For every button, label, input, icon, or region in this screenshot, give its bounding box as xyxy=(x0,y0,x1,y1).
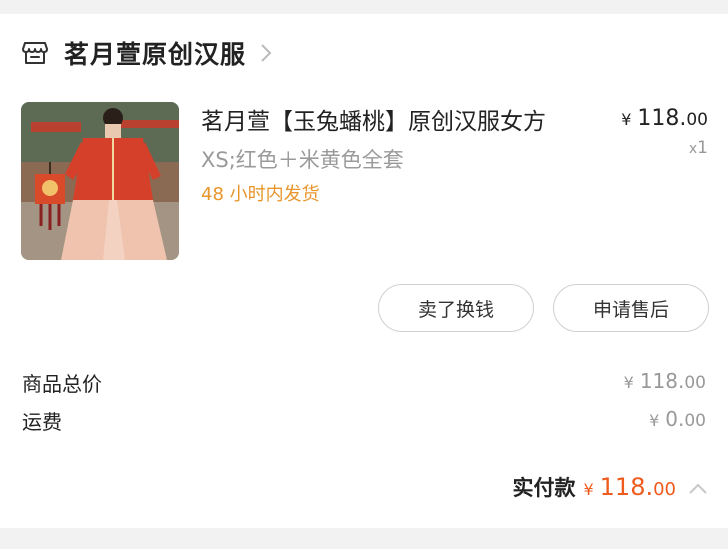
product-price: ¥ 118. 00 xyxy=(621,106,708,131)
shipping-fee-label: 运费 xyxy=(22,410,62,434)
goods-total-decimal: 00 xyxy=(684,373,706,393)
shipping-promise: 48 小时内发货 xyxy=(201,184,320,205)
paid-decimal: 00 xyxy=(653,479,676,500)
product-quantity: x1 xyxy=(689,138,708,158)
shipping-fee-integer: 0. xyxy=(665,407,685,431)
goods-total-value: ¥ 118. 00 xyxy=(624,369,706,393)
shipping-fee-value: ¥ 0. 00 xyxy=(649,407,706,431)
paid-integer: 118. xyxy=(599,473,654,501)
currency-symbol: ¥ xyxy=(623,373,634,392)
quantity-prefix: x xyxy=(688,141,698,157)
sell-button[interactable]: 卖了换钱 xyxy=(378,284,534,332)
currency-symbol: ¥ xyxy=(583,480,594,499)
shipping-fee-decimal: 00 xyxy=(684,411,706,431)
product-sku: XS;红色＋米黄色全套 xyxy=(201,148,404,172)
shop-header[interactable]: 茗月萱原创汉服 xyxy=(22,36,274,70)
currency-symbol: ¥ xyxy=(649,411,660,430)
currency-symbol: ¥ xyxy=(621,110,632,129)
store-icon xyxy=(22,40,48,66)
order-card: 茗月萱原创汉服 茗月萱【玉兔蟠桃】原创汉服女方 XS;红色＋米黄色全套 48 小… xyxy=(0,14,728,528)
goods-total-label: 商品总价 xyxy=(22,372,102,396)
chevron-up-icon[interactable] xyxy=(688,480,708,494)
quantity-value: 1 xyxy=(697,138,708,158)
product-image[interactable] xyxy=(21,102,179,260)
shop-name[interactable]: 茗月萱原创汉服 xyxy=(64,35,246,71)
goods-total-integer: 118. xyxy=(639,369,685,393)
paid-amount-row[interactable]: 实付款 ¥ 118. 00 xyxy=(512,472,708,502)
paid-label: 实付款 xyxy=(512,476,576,500)
price-integer: 118. xyxy=(637,106,687,131)
after-sale-button[interactable]: 申请售后 xyxy=(553,284,709,332)
chevron-right-icon[interactable] xyxy=(260,43,274,63)
product-title[interactable]: 茗月萱【玉兔蟠桃】原创汉服女方 xyxy=(201,102,546,136)
price-decimal: 00 xyxy=(686,110,708,130)
